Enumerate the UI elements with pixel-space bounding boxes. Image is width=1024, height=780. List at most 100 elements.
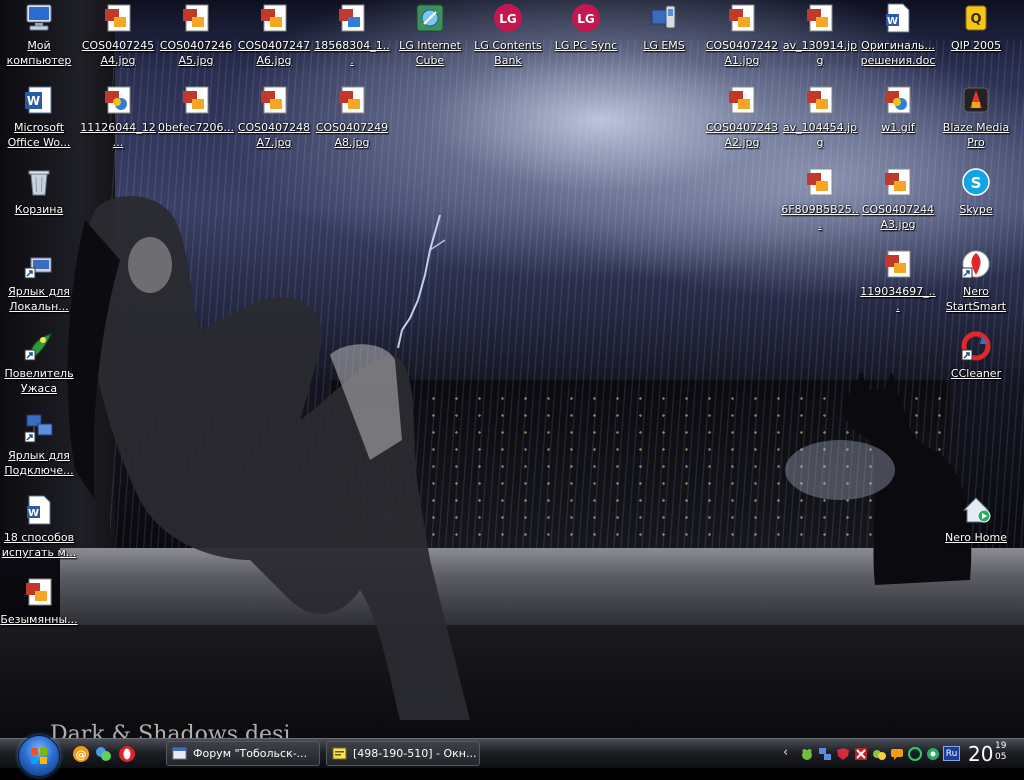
desktop-icon-cos243[interactable]: COS0407243A2.jpg — [703, 84, 781, 150]
desktop-icon-doc-18[interactable]: W 18 способов испугать м... — [0, 494, 78, 560]
image-file-icon — [26, 578, 52, 606]
start-button[interactable] — [18, 735, 60, 777]
desktop-icon-recycle-bin[interactable]: Корзина — [0, 166, 78, 217]
icq-icon[interactable] — [926, 747, 940, 761]
image-file-icon — [729, 86, 755, 114]
word-doc-icon: W — [886, 3, 910, 33]
image-file-icon — [807, 4, 833, 32]
lg-icon: LG — [572, 4, 600, 32]
image-file-icon — [729, 4, 755, 32]
network-icon[interactable] — [818, 747, 832, 761]
desktop-icon-nero-home[interactable]: Nero Home — [937, 494, 1015, 545]
word-doc-icon: W — [27, 495, 51, 525]
taskbar: @ Форум "Тобольск-... [498-190-510] - Ок… — [0, 735, 1024, 777]
browser-icon — [172, 747, 187, 760]
devices-icon[interactable] — [872, 747, 886, 761]
desktop-icon-local-shortcut[interactable]: Ярлык для Локальн... — [0, 248, 78, 314]
gif-file-icon — [885, 86, 911, 114]
lg-ems-icon — [651, 5, 676, 29]
svg-text:LG: LG — [577, 12, 595, 26]
windows-orb-icon — [31, 748, 47, 764]
skype-icon: S — [962, 168, 990, 196]
desktop-icon-f18568304[interactable]: 18568304_1... — [313, 2, 391, 68]
svg-text:W: W — [27, 94, 40, 108]
image-file-icon — [105, 4, 131, 32]
svg-text:@: @ — [76, 748, 87, 761]
desktop-icon-lg-internet-cube[interactable]: LG Internet Cube — [391, 2, 469, 68]
tray-expand-chevron-icon[interactable]: ‹ — [783, 745, 788, 760]
gif-file-icon — [105, 86, 131, 114]
desktop-icon-av130914[interactable]: av_130914.jpg — [781, 2, 859, 68]
computer-icon — [26, 4, 52, 31]
lg-cube-icon — [416, 4, 444, 32]
clock-minutes[interactable]: 19 05 — [995, 741, 1006, 763]
image-file-icon — [885, 168, 911, 196]
gif-file-icon — [183, 86, 209, 114]
svg-text:S: S — [971, 174, 982, 192]
image-file-icon — [339, 86, 365, 114]
svg-text:W: W — [28, 508, 39, 519]
language-indicator[interactable]: Ru — [943, 746, 960, 761]
svg-text:W: W — [887, 16, 898, 27]
image-file-icon — [807, 86, 833, 114]
desktop-icon-cos246[interactable]: COS0407246A5.jpg — [157, 2, 235, 68]
opera-icon[interactable] — [118, 745, 136, 763]
desktop-icon-cos245[interactable]: COS0407245A4.jpg — [79, 2, 157, 68]
word-icon: W — [25, 86, 52, 114]
messenger-icon[interactable] — [94, 745, 112, 763]
task-button-label: Форум "Тобольск-... — [193, 747, 308, 760]
chat-window-icon — [332, 747, 347, 760]
clock-hour[interactable]: 20 — [968, 742, 993, 766]
task-button-forum[interactable]: Форум "Тобольск-... — [166, 741, 320, 766]
frog-icon[interactable] — [800, 747, 814, 761]
desktop-icon-cos249[interactable]: COS0407249A8.jpg — [313, 84, 391, 150]
desktop-icon-cos247[interactable]: COS0407247A6.jpg — [235, 2, 313, 68]
clock-minute: 19 — [995, 741, 1007, 751]
chat-icon[interactable] — [890, 747, 904, 761]
desktop-icon-lg-contents-bank[interactable]: LG LG Contents Bank — [469, 2, 547, 68]
desktop-icon-cos242[interactable]: COS0407242A1.jpg — [703, 2, 781, 68]
desktop-icon-ccleaner[interactable]: CCleaner — [937, 330, 1015, 381]
network-icon — [24, 414, 53, 443]
image-file-icon — [885, 250, 911, 278]
desktop-icon-lg-ems[interactable]: LG EMS — [625, 2, 703, 53]
desktop-icon-qip2005[interactable]: Q QIP 2005 — [937, 2, 1015, 53]
desktop-icon-blaze[interactable]: Blaze Media Pro — [937, 84, 1015, 150]
task-button-chat-window[interactable]: [498-190-510] - Окн... — [326, 741, 480, 766]
desktop-icon-w1gif[interactable]: w1.gif — [859, 84, 937, 135]
recycle-bin-icon — [28, 170, 50, 196]
svg-text:LG: LG — [499, 12, 517, 26]
shield-icon[interactable] — [836, 747, 850, 761]
image-file-icon — [261, 86, 287, 114]
desktop-icon-f0befec[interactable]: 0befec7206... — [157, 84, 235, 135]
desktop-icon-ms-office-word[interactable]: W Microsoft Office Wo... — [0, 84, 78, 150]
mail-at-icon[interactable]: @ — [72, 745, 90, 763]
media-player-icon — [963, 87, 989, 113]
desktop-icon-f119034697[interactable]: 119034697_... — [859, 248, 937, 314]
desktop-icon-original-doc[interactable]: W Оригиналь... решения.doc — [859, 2, 937, 68]
antivirus-icon[interactable] — [854, 747, 868, 761]
image-file-icon — [183, 4, 209, 32]
desktop-icon-av104454[interactable]: av_104454.jpg — [781, 84, 859, 150]
image-file-icon — [261, 4, 287, 32]
svg-text:Q: Q — [970, 12, 981, 27]
gamepad-icon[interactable] — [908, 747, 922, 761]
lg-icon: LG — [494, 4, 522, 32]
task-button-label: [498-190-510] - Окн... — [353, 747, 477, 760]
desktop-icon-lg-pc-sync[interactable]: LG LG PC Sync — [547, 2, 625, 53]
desktop-icon-cos244[interactable]: COS0407244A3.jpg — [859, 166, 937, 232]
desktop-icon-f11126044[interactable]: 11126044_12... — [79, 84, 157, 150]
desktop-icon-untitled[interactable]: Безымянны... — [0, 576, 78, 627]
desktop-icon-connect-shortcut[interactable]: Ярлык для Подключе... — [0, 412, 78, 478]
clock-second: 05 — [995, 752, 1007, 762]
qip-icon: Q — [965, 5, 987, 31]
desktop-icon-my-computer[interactable]: Мой компьютер — [0, 2, 78, 68]
desktop-icon-f6f809[interactable]: 6F809B5B25... — [781, 166, 859, 232]
desktop-icon-cos248[interactable]: COS0407248A7.jpg — [235, 84, 313, 150]
desktop-icon-povelitel[interactable]: Повелитель Ужаса — [0, 330, 78, 396]
desktop-icon-nero-startsmart[interactable]: Nero StartSmart — [937, 248, 1015, 314]
desktop-icon-skype[interactable]: S Skype — [937, 166, 1015, 217]
wallpaper-watermark: Dark & Shadows desi — [50, 722, 291, 738]
shortcut-icon — [24, 257, 52, 279]
nero-icon — [961, 250, 990, 279]
